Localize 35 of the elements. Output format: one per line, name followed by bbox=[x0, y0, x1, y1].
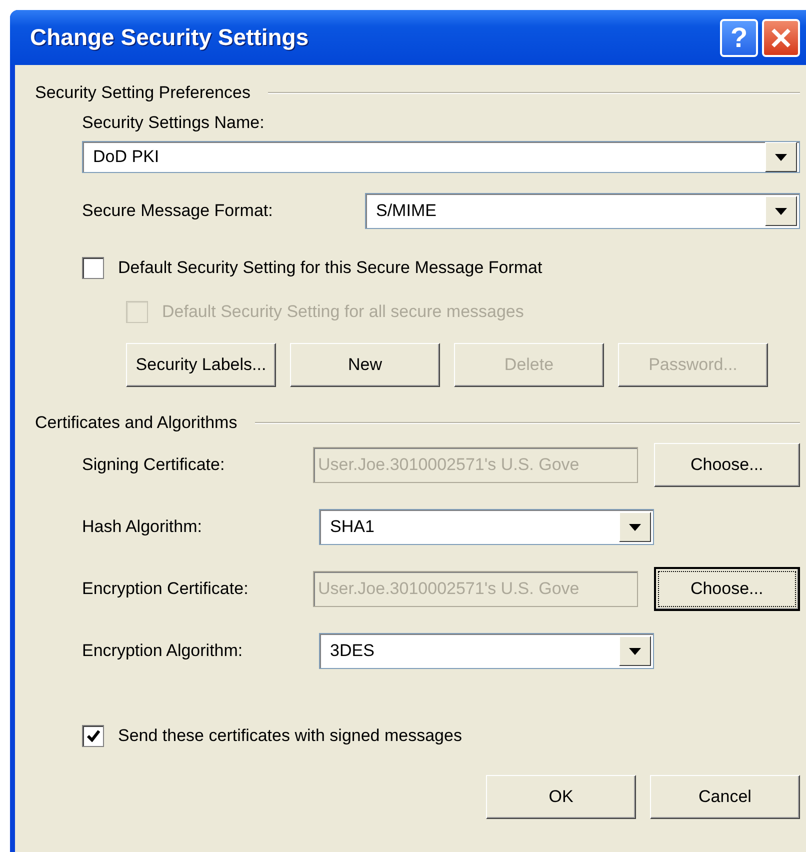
field-label: Hash Algorithm: bbox=[82, 517, 203, 537]
field-label: Secure Message Format: bbox=[82, 201, 274, 221]
checkmark-icon bbox=[86, 730, 100, 742]
close-button[interactable] bbox=[762, 18, 800, 56]
action-button[interactable]: New bbox=[290, 343, 440, 387]
section-heading: Certificates and Algorithms bbox=[35, 413, 238, 433]
certificate-field: User.Joe.3010002571's U.S. Gove bbox=[312, 571, 638, 607]
dropdown-button[interactable] bbox=[765, 196, 797, 226]
dropdown-button[interactable] bbox=[619, 512, 651, 542]
close-icon bbox=[770, 26, 792, 48]
dropdown-arrow-icon bbox=[775, 154, 787, 160]
field-label: Security Settings Name: bbox=[82, 113, 266, 133]
checkbox-label: Send these certificates with signed messages bbox=[118, 726, 462, 746]
algorithm-combo[interactable]: SHA1 bbox=[319, 509, 654, 545]
checkbox-label: Default Security Setting for all secure messages bbox=[162, 302, 524, 322]
certificate-field: User.Joe.3010002571's U.S. Gove bbox=[313, 447, 638, 483]
dialog-button[interactable]: OK bbox=[486, 775, 636, 819]
checkbox[interactable] bbox=[82, 725, 104, 747]
section-heading: Security Setting Preferences bbox=[35, 83, 250, 103]
checkbox[interactable] bbox=[82, 257, 104, 279]
field-label: Signing Certificate: bbox=[82, 455, 226, 475]
field-label: Encryption Algorithm: bbox=[82, 641, 244, 661]
action-button[interactable]: Security Labels... bbox=[126, 343, 276, 387]
dropdown-arrow-icon bbox=[775, 208, 787, 214]
dropdown-arrow-icon bbox=[629, 524, 641, 530]
dialog-button[interactable]: Cancel bbox=[650, 775, 800, 819]
dropdown-button[interactable] bbox=[619, 636, 651, 666]
checkbox-label: Default Security Setting for this Secure Message Format bbox=[118, 258, 542, 278]
dropdown-button[interactable] bbox=[765, 142, 797, 172]
algorithm-combo[interactable]: 3DES bbox=[319, 633, 654, 669]
window-title: Change Security Settings bbox=[30, 24, 310, 51]
message-format-combo[interactable]: S/MIME bbox=[365, 193, 800, 229]
field-label: Encryption Certificate: bbox=[82, 579, 250, 599]
dropdown-arrow-icon bbox=[629, 648, 641, 654]
settings-name-combo[interactable]: DoD PKI bbox=[82, 141, 800, 173]
